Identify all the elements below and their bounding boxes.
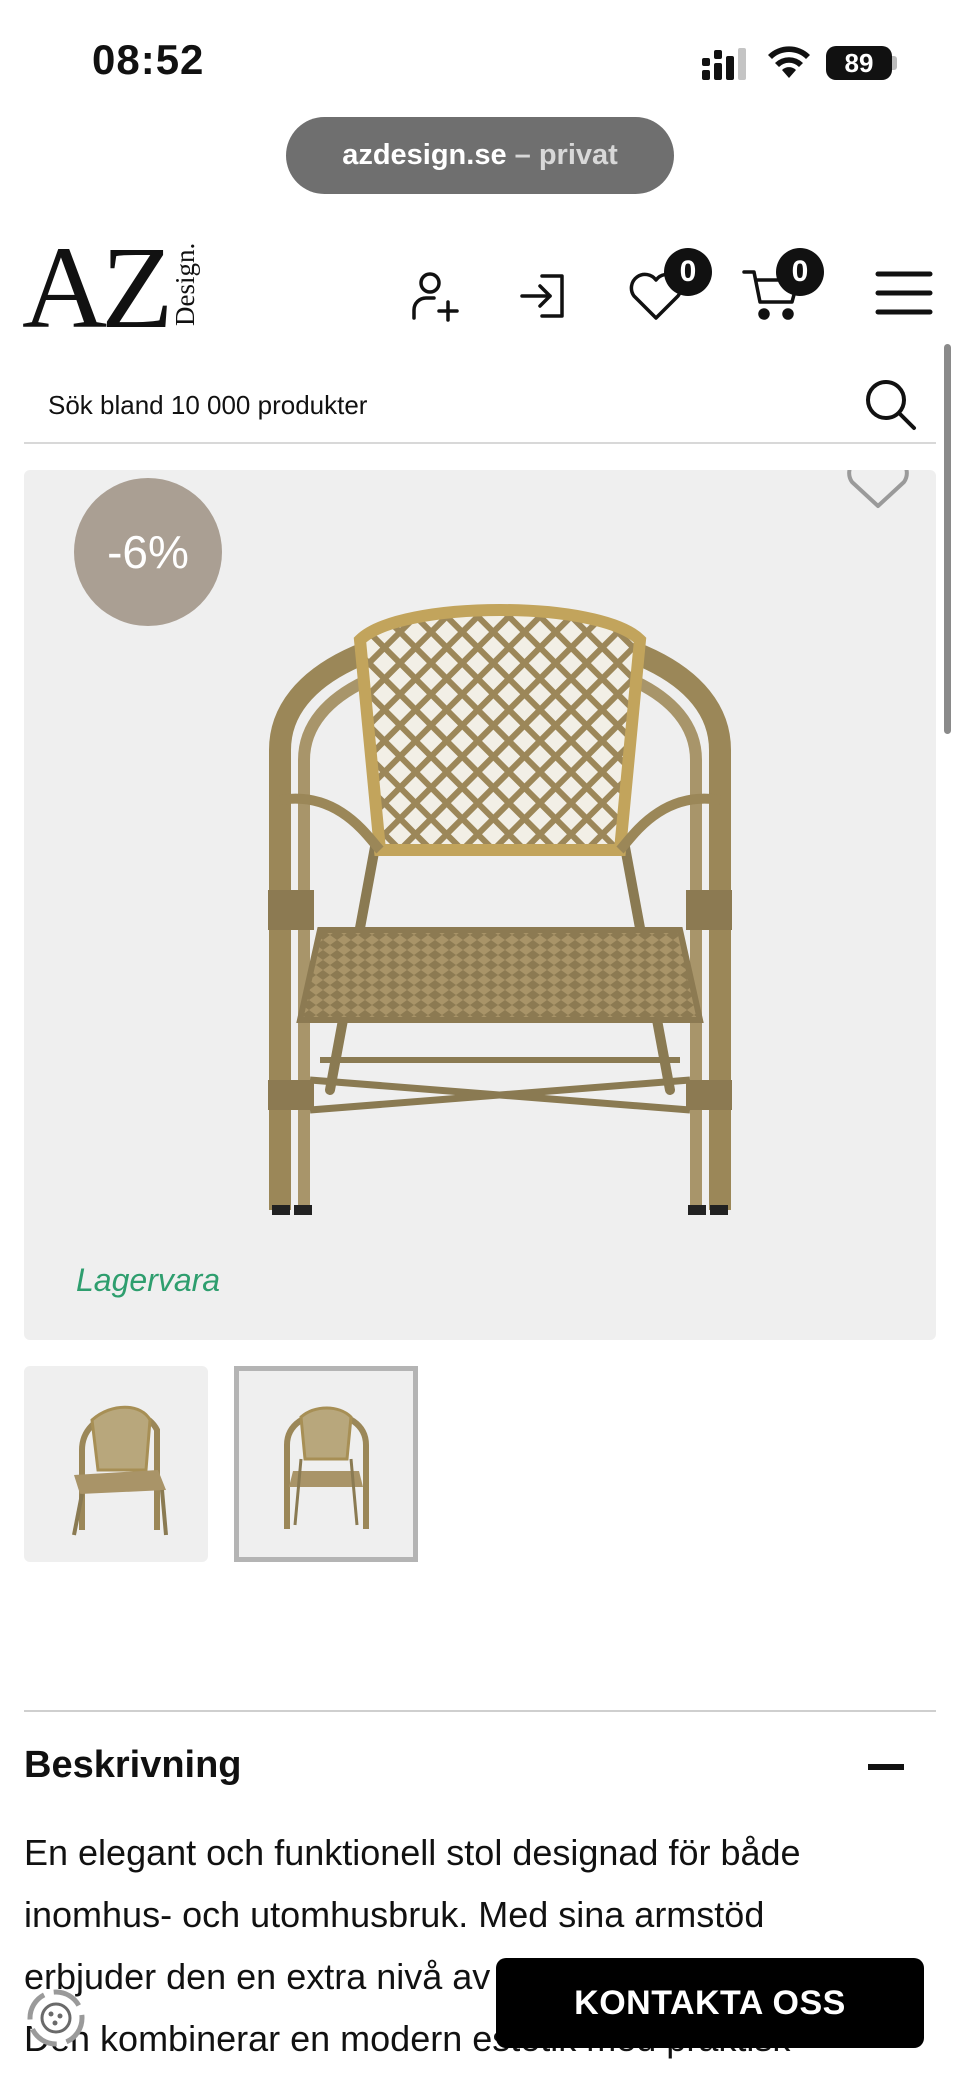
chair-product-illustration [268, 604, 732, 1215]
search-icon[interactable] [860, 374, 920, 434]
url-private-mode: – privat [506, 139, 618, 171]
logo-sub-text: Design. [170, 242, 200, 326]
add-to-wishlist-heart-icon[interactable] [844, 470, 912, 512]
battery-icon: 89 [826, 46, 892, 80]
description-line: En elegant och funktionell stol designad… [24, 1832, 801, 1873]
cookie-settings-icon[interactable] [24, 1986, 88, 2050]
status-time: 08:52 [92, 36, 205, 83]
logo-main-text: AZ [22, 222, 173, 353]
product-thumbnail-1[interactable] [24, 1366, 208, 1562]
chair-angled-thumbnail-image [72, 1405, 168, 1536]
cellular-signal-icon [702, 48, 746, 80]
wifi-icon [768, 46, 810, 78]
url-domain: azdesign.se [342, 139, 507, 171]
stock-status-label: Lagervara [76, 1262, 221, 1298]
product-main-image[interactable]: -6% Lagervara [24, 470, 936, 1340]
cart-count-badge: 0 [776, 248, 824, 296]
wishlist-count-badge: 0 [664, 248, 712, 296]
search-input[interactable] [48, 384, 848, 426]
page-scrollbar[interactable] [944, 344, 951, 734]
chair-front-thumbnail-image [284, 1406, 369, 1529]
battery-cap [892, 56, 897, 70]
search-bar [24, 366, 936, 444]
section-divider [24, 1710, 936, 1712]
browser-url-pill[interactable]: azdesign.se – privat [286, 117, 674, 194]
collapse-minus-icon[interactable] [868, 1764, 904, 1770]
discount-badge: -6% [74, 478, 222, 626]
login-icon[interactable] [516, 268, 572, 324]
status-bar: 08:52 89 [0, 0, 960, 110]
menu-icon[interactable] [874, 268, 934, 318]
description-line: inomhus- och utomhusbruk. Med sina armst… [24, 1894, 765, 1935]
contact-us-button[interactable]: KONTAKTA OSS [496, 1958, 924, 2048]
user-add-icon[interactable] [408, 268, 464, 324]
product-thumbnail-2-selected[interactable] [234, 1366, 418, 1562]
description-heading[interactable]: Beskrivning [24, 1744, 242, 1787]
site-logo[interactable]: AZ Design. [22, 222, 212, 353]
